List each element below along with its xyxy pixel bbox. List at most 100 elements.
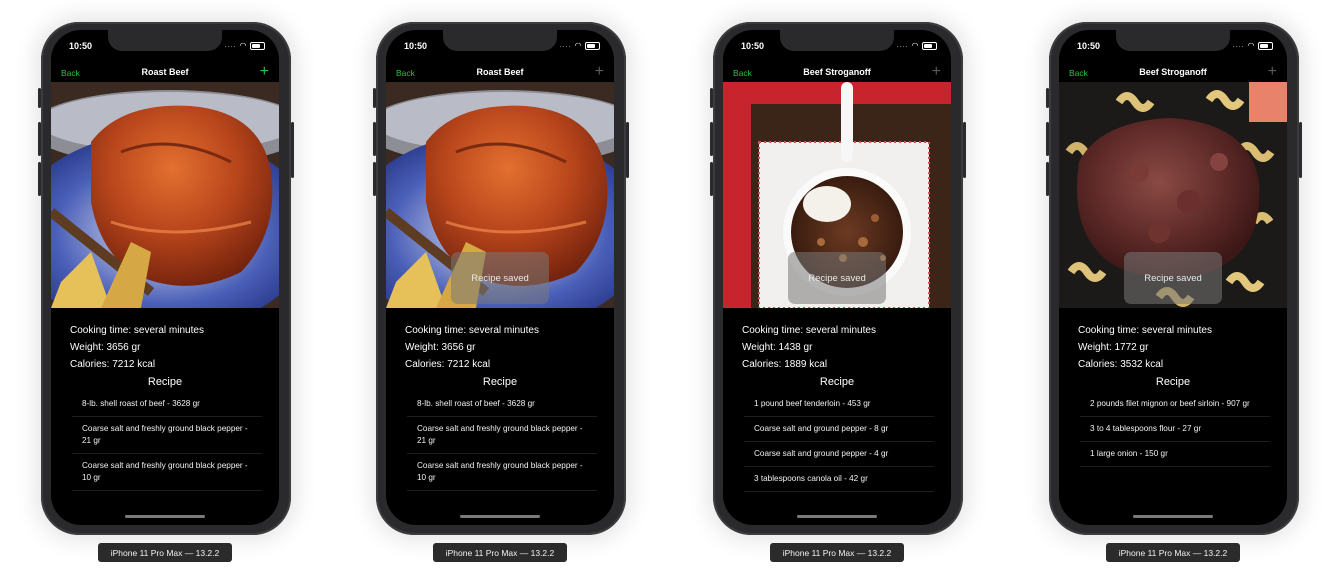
add-recipe-button[interactable]: + bbox=[260, 62, 269, 82]
power-button bbox=[291, 122, 294, 178]
phone-screen: 10:50 .... ◠ Back Beef Stroganoff + Reci… bbox=[723, 30, 951, 525]
volume-down-button bbox=[38, 162, 41, 196]
battery-icon bbox=[250, 41, 265, 50]
phone-frame: 10:50 .... ◠ Back Beef Stroganoff + Reci… bbox=[1046, 22, 1302, 535]
status-icons: .... ◠ bbox=[1233, 41, 1273, 50]
recipe-photo: Recipe saved bbox=[723, 82, 951, 308]
weight: Weight: 1438 gr bbox=[742, 342, 813, 353]
volume-up-button bbox=[373, 122, 376, 156]
list-item: Coarse salt and ground pepper - 8 gr bbox=[744, 417, 934, 442]
list-item: 1 pound beef tenderloin - 453 gr bbox=[744, 392, 934, 417]
list-item: 3 to 4 tablespoons flour - 27 gr bbox=[1080, 417, 1270, 442]
recipe-photo: Recipe saved bbox=[386, 82, 614, 308]
ingredient-list: 1 pound beef tenderloin - 453 gr Coarse … bbox=[744, 392, 934, 492]
wifi-icon: ◠ bbox=[1247, 41, 1255, 50]
power-button bbox=[1299, 122, 1302, 178]
page-title: Beef Stroganoff bbox=[1139, 67, 1207, 77]
list-item: 2 pounds filet mignon or beef sirloin - … bbox=[1080, 392, 1270, 417]
volume-down-button bbox=[1046, 162, 1049, 196]
volume-down-button bbox=[710, 162, 713, 196]
signal-icon: .... bbox=[559, 42, 572, 49]
list-item: 8-lb. shell roast of beef - 3628 gr bbox=[72, 392, 262, 417]
calories: Calories: 7212 kcal bbox=[405, 359, 491, 370]
list-item: 8-lb. shell roast of beef - 3628 gr bbox=[407, 392, 597, 417]
ingredient-list: 2 pounds filet mignon or beef sirloin - … bbox=[1080, 392, 1270, 467]
list-item: Coarse salt and freshly ground black pep… bbox=[72, 454, 262, 491]
add-recipe-button[interactable]: + bbox=[932, 62, 941, 82]
status-time: 10:50 bbox=[741, 41, 765, 51]
home-indicator[interactable] bbox=[797, 515, 877, 518]
silent-switch bbox=[1046, 88, 1049, 108]
status-time: 10:50 bbox=[69, 41, 93, 51]
signal-icon: .... bbox=[224, 42, 237, 49]
phone-screen: 10:50 .... ◠ Back Beef Stroganoff + Reci… bbox=[1059, 30, 1287, 525]
wifi-icon: ◠ bbox=[239, 41, 247, 50]
status-time: 10:50 bbox=[404, 41, 428, 51]
status-icons: .... ◠ bbox=[897, 41, 937, 50]
cooking-time: Cooking time: several minutes bbox=[70, 325, 204, 336]
list-item: 3 tablespoons canola oil - 42 gr bbox=[744, 467, 934, 492]
recipe-info: Cooking time: several minutes Weight: 36… bbox=[70, 322, 204, 373]
home-indicator[interactable] bbox=[125, 515, 205, 518]
page-title: Roast Beef bbox=[141, 67, 189, 77]
status-icons: .... ◠ bbox=[225, 41, 265, 50]
calories: Calories: 1889 kcal bbox=[742, 359, 828, 370]
ingredient-list: 8-lb. shell roast of beef - 3628 gr Coar… bbox=[407, 392, 597, 491]
status-icons: .... ◠ bbox=[560, 41, 600, 50]
volume-down-button bbox=[373, 162, 376, 196]
calories: Calories: 3532 kcal bbox=[1078, 359, 1164, 370]
device-label: iPhone 11 Pro Max — 13.2.2 bbox=[433, 543, 567, 562]
list-item: Coarse salt and freshly ground black pep… bbox=[407, 454, 597, 491]
recipe-heading: Recipe bbox=[819, 376, 855, 388]
notch bbox=[443, 30, 557, 51]
home-indicator[interactable] bbox=[460, 515, 540, 518]
notch bbox=[1116, 30, 1230, 51]
recipe-info: Cooking time: several minutes Weight: 36… bbox=[405, 322, 539, 373]
cooking-time: Cooking time: several minutes bbox=[1078, 325, 1212, 336]
ingredient-list: 8-lb. shell roast of beef - 3628 gr Coar… bbox=[72, 392, 262, 491]
battery-icon bbox=[585, 41, 600, 50]
recipe-saved-toast: Recipe saved bbox=[1124, 252, 1222, 304]
battery-icon bbox=[922, 41, 937, 50]
recipe-photo: Recipe saved bbox=[1059, 82, 1287, 308]
device-label: iPhone 11 Pro Max — 13.2.2 bbox=[770, 543, 904, 562]
cooking-time: Cooking time: several minutes bbox=[742, 325, 876, 336]
recipe-saved-toast: Recipe saved bbox=[788, 252, 886, 304]
notch bbox=[108, 30, 222, 51]
device-label: iPhone 11 Pro Max — 13.2.2 bbox=[1106, 543, 1240, 562]
silent-switch bbox=[710, 88, 713, 108]
recipe-info: Cooking time: several minutes Weight: 17… bbox=[1078, 322, 1212, 373]
power-button bbox=[626, 122, 629, 178]
weight: Weight: 1772 gr bbox=[1078, 342, 1149, 353]
list-item: Coarse salt and freshly ground black pep… bbox=[407, 417, 597, 454]
add-recipe-button[interactable]: + bbox=[1268, 62, 1277, 82]
signal-icon: .... bbox=[896, 42, 909, 49]
phone-frame: 10:50 .... ◠ Back Roast Beef + bbox=[38, 22, 294, 535]
wifi-icon: ◠ bbox=[911, 41, 919, 50]
weight: Weight: 3656 gr bbox=[405, 342, 476, 353]
device-label: iPhone 11 Pro Max — 13.2.2 bbox=[98, 543, 232, 562]
volume-up-button bbox=[1046, 122, 1049, 156]
power-button bbox=[963, 122, 966, 178]
phone-screen: 10:50 .... ◠ Back Roast Beef + bbox=[386, 30, 614, 525]
list-item: 1 large onion - 150 gr bbox=[1080, 442, 1270, 467]
notch bbox=[780, 30, 894, 51]
home-indicator[interactable] bbox=[1133, 515, 1213, 518]
status-time: 10:50 bbox=[1077, 41, 1101, 51]
volume-up-button bbox=[38, 122, 41, 156]
silent-switch bbox=[38, 88, 41, 108]
recipe-photo bbox=[51, 82, 279, 308]
recipe-saved-toast: Recipe saved bbox=[451, 252, 549, 304]
phone-frame: 10:50 .... ◠ Back Beef Stroganoff + Reci… bbox=[710, 22, 966, 535]
recipe-info: Cooking time: several minutes Weight: 14… bbox=[742, 322, 876, 373]
add-recipe-button[interactable]: + bbox=[595, 62, 604, 82]
recipe-heading: Recipe bbox=[1155, 376, 1191, 388]
signal-icon: .... bbox=[1232, 42, 1245, 49]
weight: Weight: 3656 gr bbox=[70, 342, 141, 353]
recipe-heading: Recipe bbox=[482, 376, 518, 388]
list-item: Coarse salt and ground pepper - 4 gr bbox=[744, 442, 934, 467]
wifi-icon: ◠ bbox=[574, 41, 582, 50]
silent-switch bbox=[373, 88, 376, 108]
calories: Calories: 7212 kcal bbox=[70, 359, 156, 370]
phone-screen: 10:50 .... ◠ Back Roast Beef + bbox=[51, 30, 279, 525]
